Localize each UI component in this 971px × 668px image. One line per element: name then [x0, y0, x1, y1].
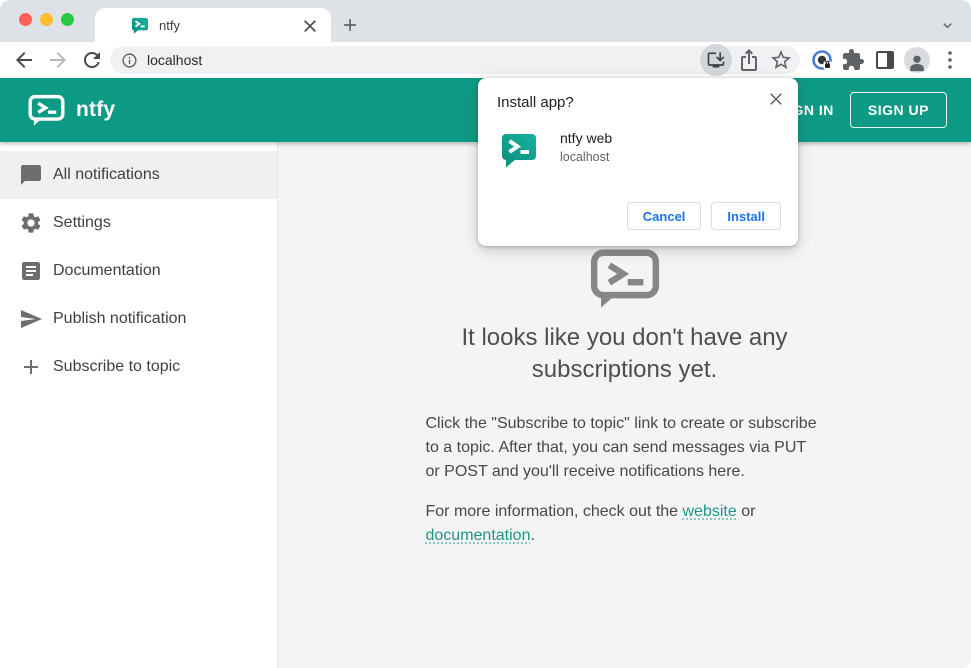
- window-controls: [19, 13, 74, 26]
- sidebar-item-label: Subscribe to topic: [53, 358, 181, 375]
- sidebar: All notifications Settings Documentation…: [0, 142, 278, 668]
- tab-close-icon[interactable]: [301, 16, 319, 34]
- sidebar-item-subscribe-to-topic[interactable]: Subscribe to topic: [0, 343, 277, 391]
- extensions-puzzle-icon[interactable]: [841, 48, 865, 72]
- dialog-app-origin: localhost: [560, 150, 610, 164]
- gear-icon: [21, 213, 41, 233]
- forward-icon[interactable]: [46, 48, 70, 72]
- chat-bubble-icon: [21, 165, 41, 185]
- address-text: localhost: [147, 52, 203, 68]
- browser-toolbar: localhost: [0, 42, 971, 78]
- website-link[interactable]: website: [683, 503, 737, 520]
- sidebar-item-label: Publish notification: [53, 310, 187, 327]
- sign-up-button[interactable]: SIGN UP: [849, 92, 947, 128]
- dialog-app-texts: ntfy web localhost: [560, 130, 612, 164]
- ntfy-app-icon: [502, 134, 536, 168]
- person-icon: [910, 55, 924, 72]
- profile-avatar[interactable]: [904, 47, 930, 73]
- documentation-link[interactable]: documentation: [426, 527, 531, 544]
- password-manager-extension-icon[interactable]: [810, 48, 834, 72]
- sidebar-item-label: Documentation: [53, 262, 161, 279]
- tab-title: ntfy: [159, 17, 180, 33]
- site-info-icon[interactable]: [121, 52, 138, 69]
- empty-state-paragraph: Click the "Subscribe to topic" link to c…: [425, 415, 817, 480]
- browser-tab[interactable]: ntfy: [95, 8, 331, 42]
- install-app-button[interactable]: [700, 44, 732, 76]
- brand-name: ntfy: [76, 98, 116, 121]
- bookmark-star-icon[interactable]: [769, 48, 793, 72]
- plus-icon: [24, 360, 38, 374]
- ntfy-logo-icon: [28, 94, 65, 126]
- sidebar-item-documentation[interactable]: Documentation: [0, 247, 277, 295]
- back-icon[interactable]: [12, 48, 36, 72]
- sidebar-item-settings[interactable]: Settings: [0, 199, 277, 247]
- browser-menu-icon[interactable]: [938, 48, 962, 72]
- zoom-window-button[interactable]: [61, 13, 74, 26]
- address-bar[interactable]: localhost: [110, 46, 800, 74]
- info-paragraph: For more information, check out the webs…: [426, 500, 824, 548]
- dialog-app-name: ntfy web: [560, 130, 613, 146]
- info-text-prefix: For more information, check out the: [425, 503, 683, 520]
- cancel-button[interactable]: Cancel: [626, 202, 702, 230]
- browser-window: ntfy localhost ntfy SIGN IN SIGN UP All …: [0, 0, 971, 668]
- sidebar-item-label: Settings: [53, 214, 111, 231]
- minimize-window-button[interactable]: [40, 13, 53, 26]
- close-window-button[interactable]: [19, 13, 32, 26]
- tab-strip: ntfy: [0, 0, 971, 42]
- side-panel-icon[interactable]: [873, 48, 897, 72]
- dialog-buttons: Cancel Install: [626, 202, 781, 230]
- sidebar-item-all-notifications[interactable]: All notifications: [0, 151, 277, 199]
- sidebar-item-publish-notification[interactable]: Publish notification: [0, 295, 277, 343]
- info-text-middle: or: [736, 503, 756, 520]
- ntfy-logo-gray-icon: [590, 249, 659, 308]
- dialog-app-info: ntfy web localhost: [497, 130, 782, 168]
- share-icon[interactable]: [737, 48, 761, 72]
- install-app-dialog: Install app? ntfy web localhost Cancel I…: [478, 78, 798, 246]
- empty-state-heading: It looks like you don't have any subscri…: [461, 324, 788, 383]
- info-text-suffix: .: [530, 527, 535, 544]
- install-app-icon: [707, 52, 725, 68]
- dialog-close-icon[interactable]: [767, 89, 785, 107]
- ntfy-favicon-icon: [131, 17, 149, 34]
- tab-search-chevron-icon[interactable]: [939, 17, 956, 34]
- sidebar-item-label: All notifications: [53, 166, 160, 183]
- install-button[interactable]: Install: [711, 202, 781, 230]
- dialog-title: Install app?: [497, 94, 574, 111]
- new-tab-button[interactable]: [340, 15, 360, 35]
- reload-icon[interactable]: [80, 48, 104, 72]
- send-icon: [21, 310, 42, 328]
- article-icon: [22, 262, 40, 280]
